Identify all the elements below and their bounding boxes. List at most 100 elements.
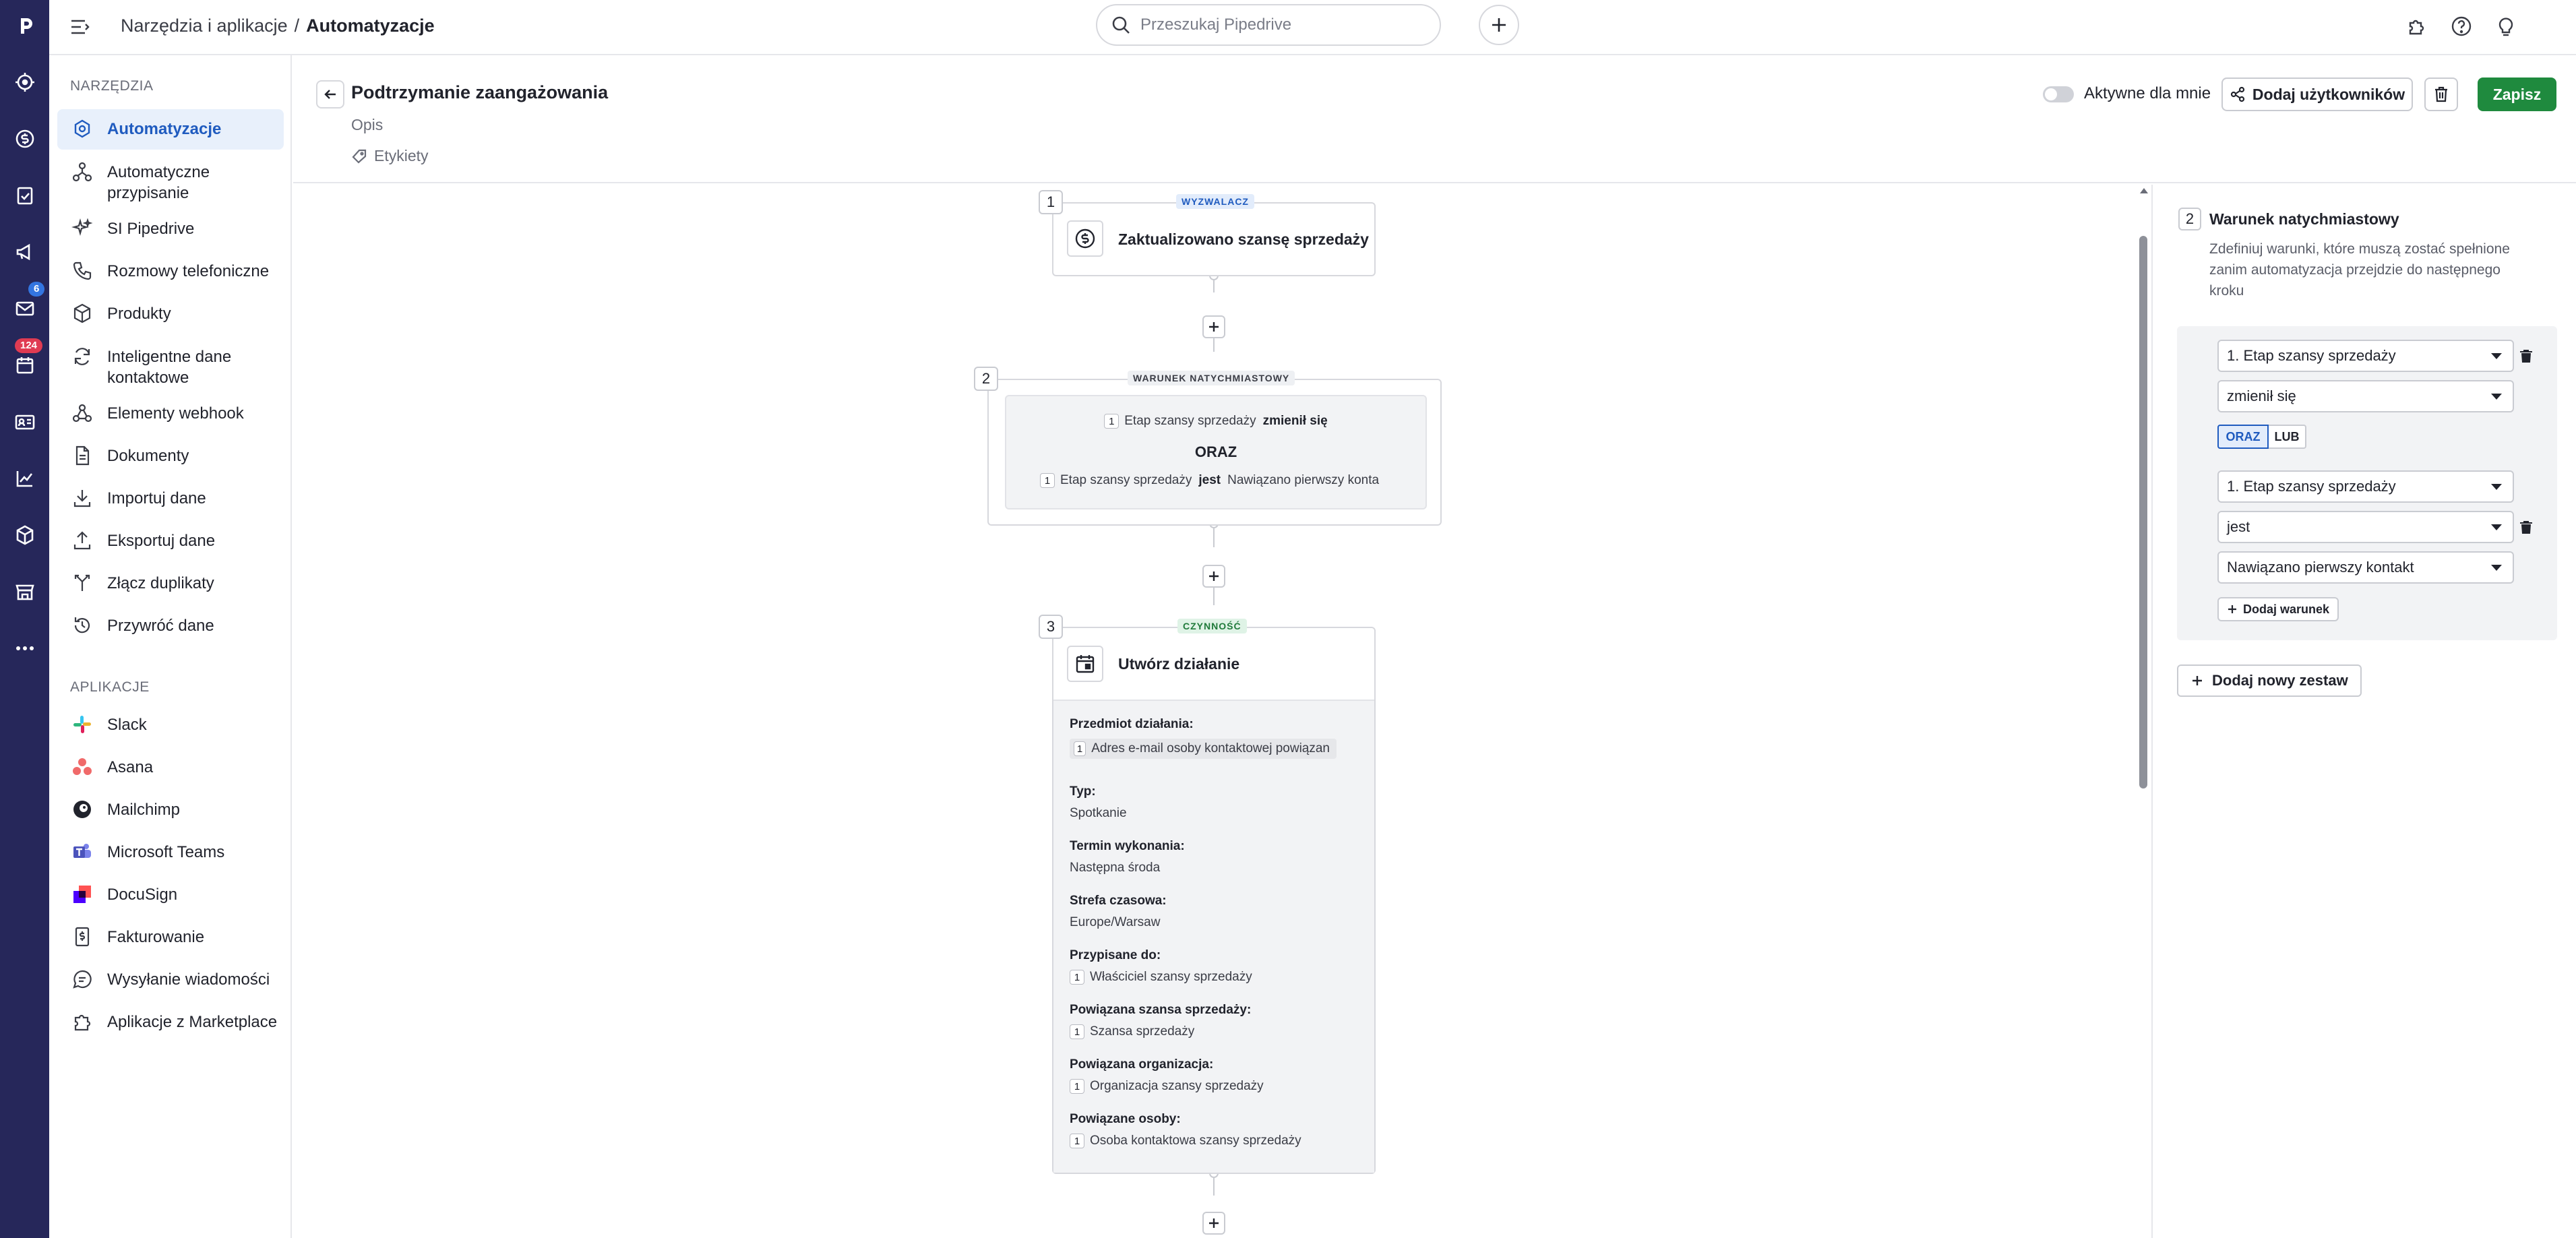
sidebar-item-export[interactable]: Eksportuj dane bbox=[57, 521, 284, 561]
tasks-icon[interactable] bbox=[0, 175, 49, 216]
trigger-tag: WYZWALACZ bbox=[1176, 194, 1254, 209]
or-toggle[interactable]: LUB bbox=[2269, 425, 2306, 449]
pipedrive-logo-icon[interactable] bbox=[0, 5, 49, 46]
tips-icon[interactable] bbox=[2491, 11, 2521, 41]
description-field[interactable]: Opis bbox=[351, 116, 383, 134]
slack-icon bbox=[71, 713, 94, 736]
sidebar-item-import[interactable]: Importuj dane bbox=[57, 478, 284, 519]
share-icon bbox=[2230, 86, 2245, 102]
page-title[interactable]: Podtrzymanie zaangażowania bbox=[351, 82, 608, 103]
products-icon[interactable] bbox=[0, 515, 49, 555]
sidebar-item-auto-assignment[interactable]: Automatyczne przypisanie bbox=[57, 152, 284, 206]
condition-1-operator-select[interactable]: zmienił się bbox=[2217, 380, 2514, 412]
plus-icon bbox=[1492, 18, 1506, 32]
delete-condition-2-button[interactable] bbox=[2518, 519, 2534, 535]
condition-1-field-select[interactable]: 1. Etap szansy sprzedaży bbox=[2217, 340, 2514, 372]
chevron-down-icon bbox=[2491, 564, 2502, 571]
scrollbar-thumb[interactable] bbox=[2139, 236, 2147, 788]
condition-line-2: 1 Etap szansy sprzedaży jest Nawiązano p… bbox=[1040, 473, 1379, 488]
flow-canvas[interactable]: Zaktualizowano szansę sprzedaży 1 WYZWAL… bbox=[293, 185, 2151, 1238]
sidebar-item-slack[interactable]: Slack bbox=[57, 705, 284, 745]
add-condition-button[interactable]: Dodaj warunek bbox=[2217, 597, 2339, 621]
condition-2-field-select[interactable]: 1. Etap szansy sprzedaży bbox=[2217, 470, 2514, 503]
sidebar-item-asana[interactable]: Asana bbox=[57, 747, 284, 788]
sidebar-item-mailchimp[interactable]: Mailchimp bbox=[57, 790, 284, 830]
teams-icon bbox=[71, 840, 94, 863]
assignment-icon bbox=[71, 160, 94, 183]
search-box[interactable] bbox=[1096, 4, 1441, 46]
contacts-icon[interactable] bbox=[0, 402, 49, 442]
mailchimp-icon bbox=[71, 798, 94, 821]
field-timezone: Strefa czasowa: Europe/Warsaw bbox=[1070, 894, 1167, 929]
phone-icon bbox=[71, 259, 94, 282]
condition-2-operator-select[interactable]: jest bbox=[2217, 511, 2514, 543]
sidebar-item-smart-contact-data[interactable]: Inteligentne dane kontaktowe bbox=[57, 337, 284, 391]
delete-button[interactable] bbox=[2424, 78, 2458, 111]
save-button[interactable]: Zapisz bbox=[2478, 78, 2556, 111]
plus-icon bbox=[2228, 605, 2236, 613]
tags-field[interactable]: Etykiety bbox=[351, 147, 429, 165]
sidebar-item-ai[interactable]: SI Pipedrive bbox=[57, 209, 284, 249]
sidebar-item-webhooks[interactable]: Elementy webhook bbox=[57, 394, 284, 434]
sidebar-item-docusign[interactable]: DocuSign bbox=[57, 875, 284, 915]
help-icon[interactable] bbox=[2447, 11, 2476, 41]
add-new-set-button[interactable]: Dodaj nowy zestaw bbox=[2177, 664, 2362, 697]
automation-header: Podtrzymanie zaangażowania Opis Etykiety… bbox=[293, 57, 2576, 183]
document-icon bbox=[71, 444, 94, 467]
condition-step-card[interactable]: 1 Etap szansy sprzedaży zmienił się ORAZ… bbox=[987, 379, 1442, 526]
field-type: Typ: Spotkanie bbox=[1070, 784, 1127, 820]
more-icon[interactable] bbox=[0, 628, 49, 669]
calendar-icon bbox=[1067, 646, 1103, 682]
insights-icon[interactable] bbox=[0, 458, 49, 499]
field-related-persons: Powiązane osoby: 1 Osoba kontaktowa szans… bbox=[1070, 1112, 1301, 1148]
delete-condition-1-button[interactable] bbox=[2518, 348, 2534, 364]
add-step-button[interactable] bbox=[1202, 315, 1225, 338]
arrow-left-icon bbox=[324, 90, 336, 99]
add-step-button[interactable] bbox=[1202, 1212, 1225, 1235]
menu-collapse-icon[interactable] bbox=[68, 15, 92, 39]
box-icon bbox=[71, 302, 94, 325]
trigger-step-card[interactable]: Zaktualizowano szansę sprzedaży bbox=[1052, 202, 1376, 276]
chevron-down-icon bbox=[2491, 393, 2502, 400]
action-tag: CZYNNOŚĆ bbox=[1177, 619, 1247, 633]
action-step-card[interactable]: Utwórz działanie Przedmiot działania: 1 … bbox=[1052, 627, 1376, 1174]
search-input[interactable] bbox=[1140, 16, 1410, 34]
sidebar-item-documents[interactable]: Dokumenty bbox=[57, 436, 284, 476]
and-toggle[interactable]: ORAZ bbox=[2217, 425, 2269, 449]
scroll-up-icon[interactable] bbox=[2138, 186, 2150, 195]
condition-2-value-select[interactable]: Nawiązano pierwszy kontakt bbox=[2217, 551, 2514, 584]
sidebar-item-marketplace-apps[interactable]: Aplikacje z Marketplace bbox=[57, 1002, 284, 1043]
sidebar-item-automations[interactable]: Automatyzacje bbox=[57, 109, 284, 150]
sidebar-item-restore-data[interactable]: Przywróć dane bbox=[57, 606, 284, 646]
campaigns-icon[interactable] bbox=[0, 232, 49, 272]
canvas-scrollbar[interactable] bbox=[2138, 185, 2150, 1238]
field-subject: Przedmiot działania: 1 Adres e-mail osob… bbox=[1070, 717, 1337, 759]
field-related-organization: Powiązana organizacja: 1 Organizacja szan… bbox=[1070, 1057, 1264, 1094]
quick-add-button[interactable] bbox=[1479, 5, 1519, 45]
sync-icon bbox=[71, 345, 94, 368]
invoice-icon bbox=[71, 925, 94, 948]
asana-icon bbox=[71, 755, 94, 778]
breadcrumb-parent[interactable]: Narzędzia i aplikacje bbox=[121, 13, 288, 38]
active-for-me-label: Aktywne dla mnie bbox=[2084, 84, 2211, 102]
panel-description: Zdefiniuj warunki, które muszą zostać sp… bbox=[2209, 241, 2510, 299]
extensions-icon[interactable] bbox=[2401, 11, 2431, 41]
sidebar-item-invoicing[interactable]: Fakturowanie bbox=[57, 917, 284, 958]
deals-icon[interactable] bbox=[0, 119, 49, 159]
sidebar-item-phone-calls[interactable]: Rozmowy telefoniczne bbox=[57, 251, 284, 292]
sidebar-item-products[interactable]: Produkty bbox=[57, 294, 284, 334]
back-button[interactable] bbox=[316, 80, 344, 109]
condition-summary: 1 Etap szansy sprzedaży zmienił się ORAZ… bbox=[1005, 395, 1427, 509]
add-users-button[interactable]: Dodaj użytkowników bbox=[2221, 78, 2413, 111]
docusign-icon bbox=[71, 883, 94, 906]
focus-icon[interactable] bbox=[0, 62, 49, 102]
marketplace-icon[interactable] bbox=[0, 571, 49, 612]
sidebar-item-microsoft-teams[interactable]: Microsoft Teams bbox=[57, 832, 284, 873]
tools-sidebar: NARZĘDZIA Automatyzacje Automatyczne prz… bbox=[49, 55, 292, 1238]
active-for-me-toggle[interactable] bbox=[2043, 86, 2074, 102]
sidebar-item-merge-duplicates[interactable]: Złącz duplikaty bbox=[57, 563, 284, 604]
sidebar-item-messaging[interactable]: Wysyłanie wiadomości bbox=[57, 960, 284, 1000]
add-step-button[interactable] bbox=[1202, 565, 1225, 588]
automation-icon bbox=[71, 117, 94, 140]
webhook-icon bbox=[71, 402, 94, 425]
